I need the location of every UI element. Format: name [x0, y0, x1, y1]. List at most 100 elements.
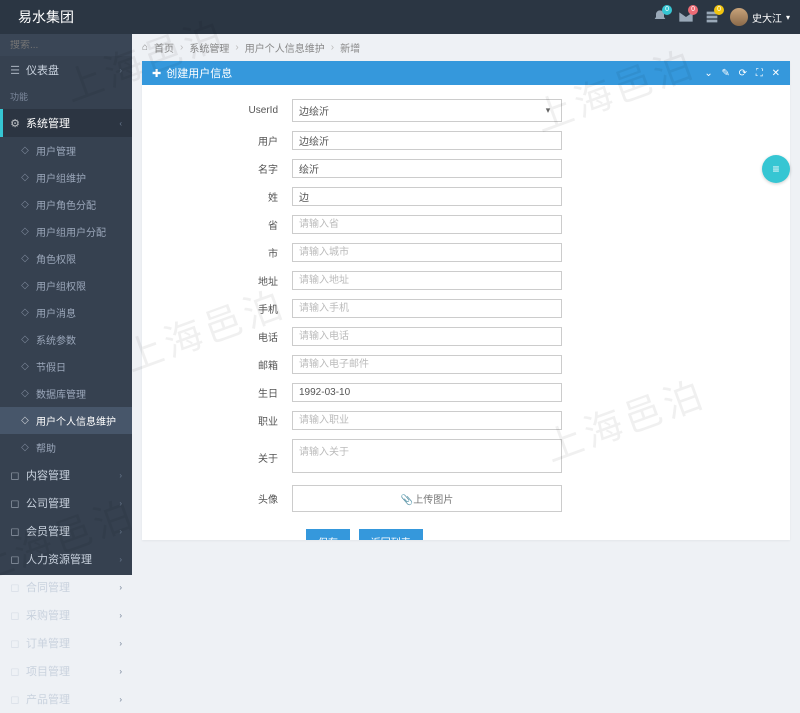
sidebar-item-12[interactable]: ◇帮助	[0, 434, 132, 461]
close-icon[interactable]: ✕	[772, 68, 780, 79]
crumb-home[interactable]: 首页	[154, 40, 174, 55]
item-icon: ◻	[10, 609, 20, 622]
lbl-phone: 电话	[162, 329, 292, 344]
sidebar-bottom-3[interactable]: ◻人力资源管理›	[0, 545, 132, 573]
chevron-left-icon: ‹	[119, 119, 122, 128]
userid-select[interactable]: 边绘沂▾	[292, 99, 562, 122]
panel-head: ✚创建用户信息 ⌄ ✎ ⟳ ⛶ ✕	[142, 61, 790, 85]
search-input[interactable]	[10, 40, 142, 51]
sidebar: 🔍 ☰ 仪表盘 › 功能 ⚙系统管理‹◇用户管理◇用户组维护◇用户角色分配◇用户…	[0, 34, 132, 575]
item-icon: ◇	[20, 172, 30, 183]
sidebar-bottom-4[interactable]: ◻合同管理›	[0, 573, 132, 601]
panel-body: UserId 边绘沂▾ 用户 名字 姓 省 市 地址 手机 电话 邮箱 生日	[142, 85, 790, 540]
sidebar-item-4[interactable]: ◇用户组用户分配	[0, 218, 132, 245]
sidebar-item-2[interactable]: ◇用户组维护	[0, 164, 132, 191]
form-actions: 保存 返回列表	[162, 521, 770, 540]
breadcrumb: ⌂ 首页 › 系统管理 › 用户个人信息维护 › 新增	[132, 34, 800, 61]
sidebar-item-0[interactable]: ⚙系统管理‹	[0, 109, 132, 137]
topbar: 易水集团 0 0 0 史大江 ▾	[0, 0, 800, 34]
occupation-field[interactable]	[292, 411, 562, 430]
lbl-userid: UserId	[162, 105, 292, 116]
notify-count: 0	[662, 5, 672, 15]
sidebar-item-8[interactable]: ◇系统参数	[0, 326, 132, 353]
main: ⌂ 首页 › 系统管理 › 用户个人信息维护 › 新增 ✚创建用户信息 ⌄ ✎ …	[132, 34, 800, 575]
lbl-address: 地址	[162, 273, 292, 288]
item-icon: ◇	[20, 226, 30, 237]
sidebar-search[interactable]: 🔍	[0, 34, 132, 56]
province-field[interactable]	[292, 215, 562, 234]
sidebar-dashboard[interactable]: ☰ 仪表盘 ›	[0, 56, 132, 84]
sidebar-item-5[interactable]: ◇角色权限	[0, 245, 132, 272]
task-icon[interactable]: 0	[704, 9, 720, 25]
sidebar-item-10[interactable]: ◇数据库管理	[0, 380, 132, 407]
lbl-province: 省	[162, 217, 292, 232]
item-icon: ◇	[20, 253, 30, 264]
avatar-upload-button[interactable]: 📎上传图片	[292, 485, 562, 512]
top-right: 0 0 0 史大江 ▾	[652, 8, 790, 26]
back-button[interactable]: 返回列表	[359, 529, 423, 540]
item-icon: ◇	[20, 334, 30, 345]
birthday-field[interactable]	[292, 383, 562, 402]
sidebar-item-6[interactable]: ◇用户组权限	[0, 272, 132, 299]
surname-field[interactable]	[292, 187, 562, 206]
address-field[interactable]	[292, 271, 562, 290]
item-icon: ◻	[10, 637, 20, 650]
item-icon: ◇	[20, 307, 30, 318]
sidebar-bottom-1[interactable]: ◻公司管理›	[0, 489, 132, 517]
item-icon: ◇	[20, 280, 30, 291]
email-field[interactable]	[292, 355, 562, 374]
lbl-name: 名字	[162, 161, 292, 176]
fab-button[interactable]: ≡	[762, 155, 790, 183]
sidebar-bottom-2[interactable]: ◻会员管理›	[0, 517, 132, 545]
user-field[interactable]	[292, 131, 562, 150]
config-icon[interactable]: ✎	[721, 68, 729, 79]
sidebar-bottom-0[interactable]: ◻内容管理›	[0, 461, 132, 489]
sidebar-item-11[interactable]: ◇用户个人信息维护	[0, 407, 132, 434]
brand: 易水集团	[10, 7, 82, 27]
item-icon: ◻	[10, 525, 20, 538]
sidebar-bottom-5[interactable]: ◻采购管理›	[0, 601, 132, 629]
sidebar-item-3[interactable]: ◇用户角色分配	[0, 191, 132, 218]
chevron-down-icon: ▾	[541, 105, 555, 116]
lbl-occupation: 职业	[162, 413, 292, 428]
chevron-right-icon: ›	[119, 527, 122, 536]
panel-tools: ⌄ ✎ ⟳ ⛶ ✕	[698, 68, 780, 79]
sidebar-item-7[interactable]: ◇用户消息	[0, 299, 132, 326]
item-icon: ◻	[10, 665, 20, 678]
chevron-down-icon: ▾	[786, 13, 790, 22]
crumb-l3: 新增	[340, 40, 360, 55]
mail-icon[interactable]: 0	[678, 9, 694, 25]
chevron-right-icon: ›	[119, 499, 122, 508]
reload-icon[interactable]: ⟳	[739, 68, 747, 79]
fullscreen-icon[interactable]: ⛶	[756, 68, 763, 79]
collapse-icon[interactable]: ⌄	[704, 68, 712, 79]
item-icon: ◻	[10, 553, 20, 566]
home-icon: ⌂	[142, 42, 148, 53]
city-field[interactable]	[292, 243, 562, 262]
chevron-right-icon: ›	[119, 583, 122, 592]
mobile-field[interactable]	[292, 299, 562, 318]
chevron-right-icon: ›	[119, 639, 122, 648]
lbl-surname: 姓	[162, 189, 292, 204]
sidebar-bottom-7[interactable]: ◻项目管理›	[0, 657, 132, 685]
dash-icon: ☰	[10, 64, 20, 77]
panel: ✚创建用户信息 ⌄ ✎ ⟳ ⛶ ✕ UserId 边绘沂▾ 用户 名字 姓 省 …	[142, 61, 790, 540]
item-icon: ◇	[20, 442, 30, 453]
crumb-l2[interactable]: 用户个人信息维护	[245, 40, 325, 55]
sidebar-item-1[interactable]: ◇用户管理	[0, 137, 132, 164]
name-field[interactable]	[292, 159, 562, 178]
sidebar-bottom-8[interactable]: ◻产品管理›	[0, 685, 132, 713]
crumb-l1[interactable]: 系统管理	[189, 40, 229, 55]
sidebar-bottom-6[interactable]: ◻订单管理›	[0, 629, 132, 657]
notify-bell[interactable]: 0	[652, 9, 668, 25]
save-button[interactable]: 保存	[306, 529, 350, 540]
item-icon: ◇	[20, 361, 30, 372]
item-icon: ◇	[20, 415, 30, 426]
user-menu[interactable]: 史大江 ▾	[730, 8, 790, 26]
lbl-user: 用户	[162, 133, 292, 148]
about-field[interactable]	[292, 439, 562, 473]
phone-field[interactable]	[292, 327, 562, 346]
lbl-email: 邮箱	[162, 357, 292, 372]
item-icon: ◻	[10, 469, 20, 482]
sidebar-item-9[interactable]: ◇节假日	[0, 353, 132, 380]
